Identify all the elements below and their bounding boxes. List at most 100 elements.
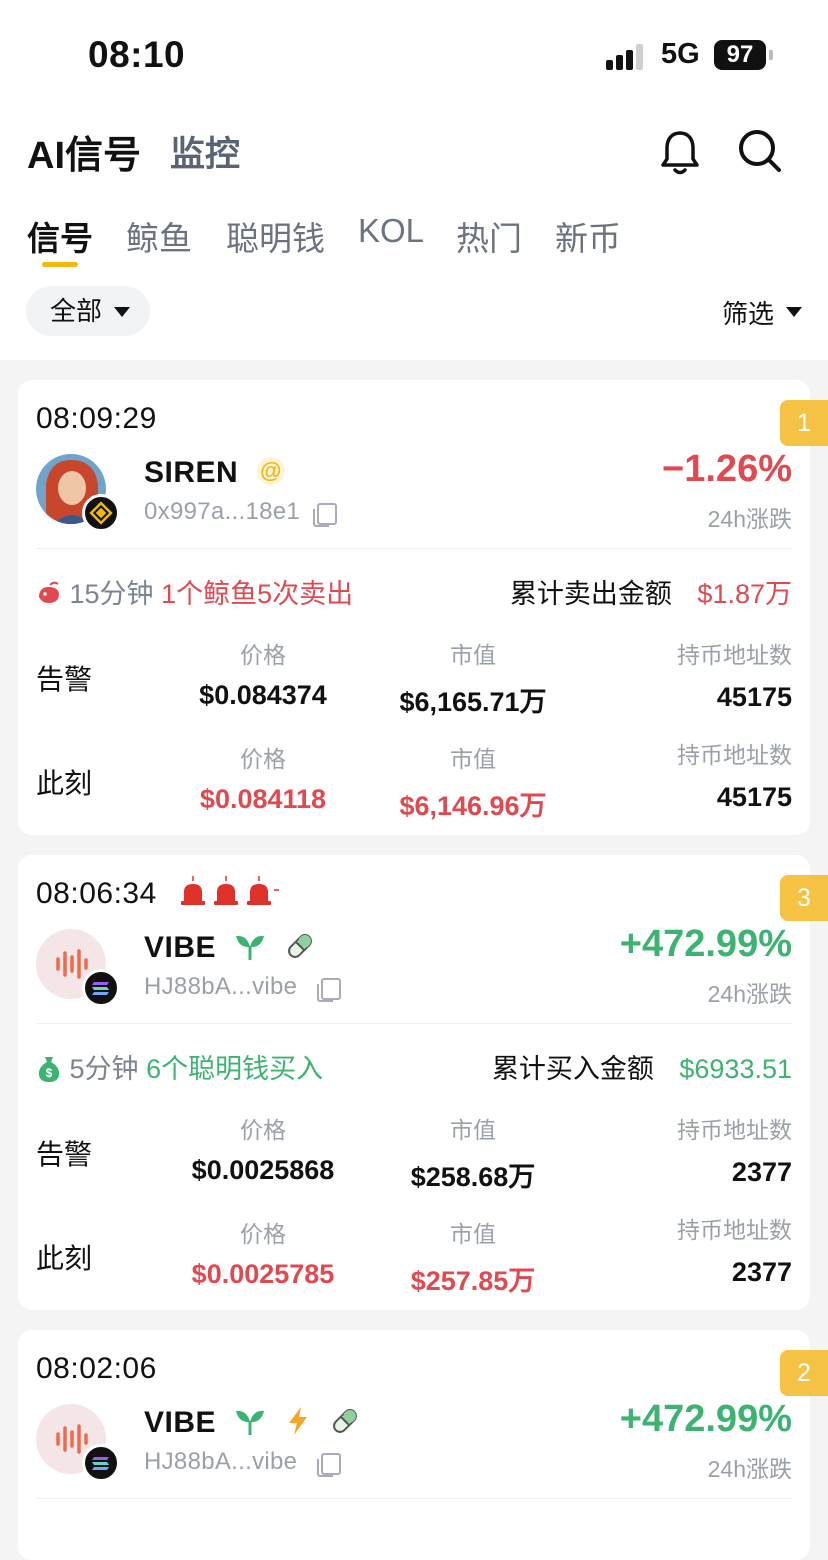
top-section: 08:10 5G 97 AI信号 监控 信号 鲸鱼 聪明钱 KOL 热门 新币 …	[0, 0, 828, 360]
token-name: SIREN @	[144, 456, 287, 490]
holders-header: 持币地址数	[677, 1217, 792, 1243]
holders-value: 2377	[731, 1257, 792, 1287]
signal-time-text: 08:06:34	[36, 877, 157, 910]
copy-icon[interactable]	[313, 503, 337, 527]
bnb-chain-icon	[82, 494, 120, 532]
svg-text:$: $	[46, 1066, 53, 1080]
alert-mcap: 市值 $6,165.71万	[378, 636, 568, 719]
alert-mcap: 市值 $258.68万	[378, 1111, 568, 1194]
copy-icon[interactable]	[317, 1453, 341, 1477]
tab-new-coin[interactable]: 新币	[555, 212, 621, 260]
token-address: HJ88bA...vibe	[144, 973, 298, 1000]
money-bag-icon: $	[38, 1056, 60, 1082]
mcap-value: $6,165.71万	[399, 687, 547, 717]
chevron-down-icon	[786, 307, 802, 317]
change-label: 24h涨跌	[707, 506, 792, 532]
price-value: $0.084374	[199, 680, 327, 710]
now-row-label: 此刻	[36, 1243, 93, 1274]
event-duration: 5分钟	[69, 1054, 139, 1084]
signal-time: 08:02:06	[36, 1352, 157, 1385]
price-change: +472.99%	[619, 923, 792, 965]
holders-header: 持币地址数	[677, 1117, 792, 1143]
pill-icon	[332, 1409, 357, 1434]
alarm-icons	[180, 876, 280, 910]
holders-header: 持币地址数	[677, 742, 792, 768]
active-tab-indicator	[42, 262, 78, 267]
mcap-value: $6,146.96万	[399, 791, 547, 821]
divider	[36, 1498, 792, 1499]
price-change: −1.26%	[662, 448, 792, 490]
event-duration: 15分钟	[69, 579, 154, 609]
signal-card[interactable]: 08:02:06 2 VIBE HJ88bA...vibe +472.99% 2…	[18, 1330, 828, 1560]
event-description: 6个聪明钱买入	[146, 1054, 324, 1084]
signal-card[interactable]: 08:09:29 1 SIREN @ 0x997a...18e1 −1.26% …	[18, 380, 828, 835]
tab-kol[interactable]: KOL	[358, 212, 424, 250]
mcap-value: $258.68万	[410, 1162, 536, 1192]
change-label: 24h涨跌	[707, 981, 792, 1007]
change-label: 24h涨跌	[707, 1456, 792, 1482]
token-name: VIBE	[144, 1406, 361, 1440]
alert-holders: 持币地址数 2377	[677, 1111, 792, 1188]
token-symbol: SIREN	[144, 456, 239, 489]
price-header: 价格	[240, 1221, 286, 1247]
filter-button[interactable]: 筛选	[722, 294, 802, 331]
now-holders: 持币地址数 2377	[677, 1211, 792, 1288]
token-name: VIBE	[144, 931, 316, 965]
holders-value: 2377	[731, 1157, 792, 1187]
alert-price: 价格 $0.084374	[168, 636, 358, 711]
rank-badge: 2	[780, 1350, 828, 1396]
mcap-header: 市值	[450, 642, 496, 668]
svg-text:@: @	[260, 458, 282, 483]
price-header: 价格	[240, 642, 286, 668]
bell-icon[interactable]	[657, 128, 703, 176]
category-dropdown[interactable]: 全部	[26, 286, 150, 336]
search-icon[interactable]	[735, 126, 785, 176]
holders-value: 45175	[716, 682, 792, 712]
sum-label: 累计买入金额	[491, 1054, 654, 1084]
signal-time: 08:06:34	[36, 876, 280, 911]
lightning-icon	[288, 1407, 307, 1436]
sprout-icon	[235, 936, 264, 961]
now-holders: 持币地址数 45175	[677, 736, 792, 813]
now-price: 价格 $0.0025785	[168, 1215, 358, 1290]
monitor-tab[interactable]: 监控	[170, 126, 240, 177]
price-value: $0.0025785	[191, 1259, 335, 1289]
signal-event: 15分钟 1个鲸鱼5次卖出	[36, 572, 353, 611]
whale-icon	[39, 581, 59, 603]
signal-card[interactable]: 08:06:34 3 VIBE HJ88bA...vibe +472.99% 2…	[18, 855, 828, 1310]
now-price: 价格 $0.084118	[168, 740, 358, 815]
mcap-header: 市值	[450, 1117, 496, 1143]
mcap-value: $257.85万	[410, 1266, 536, 1296]
alert-holders: 持币地址数 45175	[677, 636, 792, 713]
tab-hot[interactable]: 热门	[456, 212, 522, 260]
alert-row-label: 告警	[36, 664, 93, 695]
tab-whale[interactable]: 鲸鱼	[126, 212, 192, 260]
battery-icon: 97	[714, 40, 773, 70]
siren-icon	[180, 876, 279, 906]
holders-value: 45175	[716, 782, 792, 812]
alert-row-label: 告警	[36, 1139, 93, 1170]
price-value: $0.0025868	[191, 1155, 335, 1185]
tab-smart-money[interactable]: 聪明钱	[226, 212, 325, 260]
now-mcap: 市值 $6,146.96万	[378, 740, 568, 823]
sum-value: $1.87万	[697, 579, 792, 609]
at-mention-icon: @	[257, 457, 286, 486]
mcap-header: 市值	[450, 746, 496, 772]
rank-badge: 3	[780, 875, 828, 921]
copy-icon[interactable]	[317, 978, 341, 1002]
solana-chain-icon	[82, 1444, 120, 1482]
token-symbol: VIBE	[144, 1406, 217, 1439]
category-label: 全部	[50, 296, 103, 326]
now-mcap: 市值 $257.85万	[378, 1215, 568, 1298]
mcap-header: 市值	[450, 1221, 496, 1247]
sprout-icon	[235, 1411, 264, 1436]
token-symbol: VIBE	[144, 931, 217, 964]
page-title[interactable]: AI信号	[27, 124, 141, 179]
divider	[36, 548, 792, 549]
status-time: 08:10	[88, 34, 186, 75]
chevron-down-icon	[114, 307, 130, 317]
cumulative-amount: 累计买入金额 $6933.51	[492, 1047, 792, 1086]
event-description: 1个鲸鱼5次卖出	[161, 579, 354, 609]
tab-signal[interactable]: 信号	[27, 212, 93, 260]
cumulative-amount: 累计卖出金额 $1.87万	[510, 572, 792, 611]
